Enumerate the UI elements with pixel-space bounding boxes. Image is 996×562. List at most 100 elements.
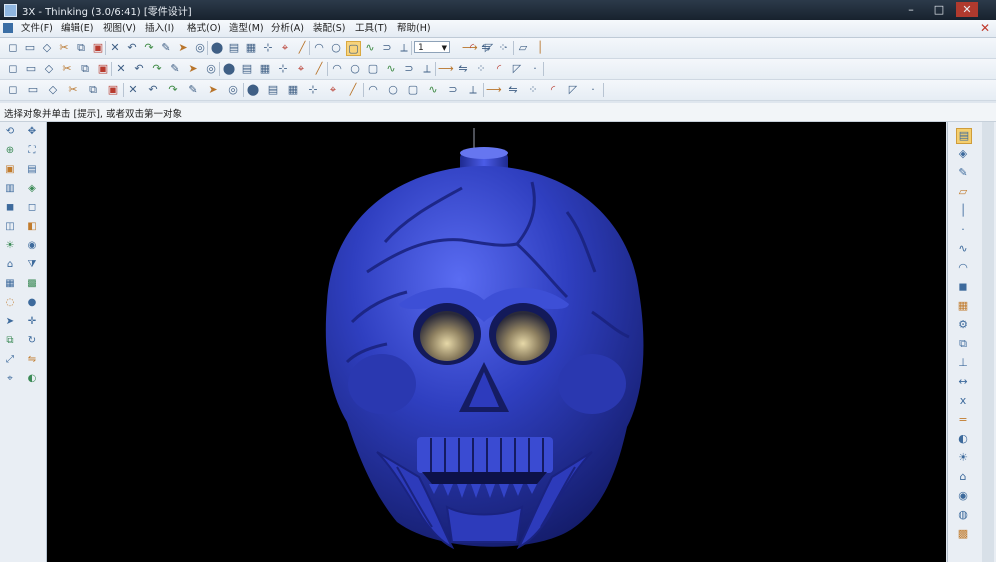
render-icon[interactable]: ◉ (956, 489, 970, 503)
rib-icon[interactable]: ▤ (240, 62, 254, 76)
intersect-icon[interactable]: ✕ (126, 83, 140, 97)
texture-icon[interactable]: ▩ (956, 527, 970, 541)
plane-icon[interactable]: ▱ (516, 41, 530, 55)
top-icon[interactable]: ▤ (26, 164, 38, 176)
skull-model[interactable] (47, 122, 946, 562)
3d-viewport[interactable] (47, 122, 946, 562)
arc-icon[interactable]: ◠ (312, 41, 326, 55)
display-icon[interactable]: ◐ (956, 432, 970, 446)
measure-icon[interactable]: ⌖ (4, 373, 16, 385)
hole-icon[interactable]: ⬤ (222, 62, 236, 76)
spline-icon[interactable]: ◇ (46, 83, 60, 97)
layer-dropdown[interactable]: 1 ▼ (414, 41, 450, 53)
close-window-button[interactable]: ✕ (956, 2, 978, 17)
copy-icon[interactable]: ⧉ (4, 335, 16, 347)
equation-icon[interactable]: = (956, 413, 970, 427)
torus-icon[interactable]: ⧉ (78, 62, 92, 76)
break-icon[interactable]: ╱ (346, 83, 360, 97)
cut-icon[interactable]: ✂ (57, 41, 71, 55)
edit-pt-icon[interactable]: ⬤ (246, 83, 260, 97)
blend-icon[interactable]: ✎ (168, 62, 182, 76)
offset-curve-icon[interactable]: ↶ (146, 83, 160, 97)
rebuild-icon[interactable]: ▦ (286, 83, 300, 97)
isoparm-icon[interactable]: ➤ (206, 83, 220, 97)
maximize-button[interactable]: □ (928, 2, 950, 17)
delete-icon[interactable]: ✕ (108, 41, 122, 55)
outline-icon[interactable]: ∿ (426, 83, 440, 97)
axis-icon[interactable]: │ (956, 204, 970, 218)
menu-tools[interactable]: 工具(T) (352, 22, 390, 35)
box-icon[interactable]: ◻ (6, 62, 20, 76)
mirror-icon[interactable]: ⇋ (26, 354, 38, 366)
hatch-icon[interactable]: ◜ (546, 83, 560, 97)
color-icon[interactable]: ◐ (26, 373, 38, 385)
note-icon[interactable]: ⇋ (506, 83, 520, 97)
pipe-icon[interactable]: ⊃ (446, 83, 460, 97)
symbol-icon[interactable]: ◸ (566, 83, 580, 97)
axis-icon[interactable]: │ (533, 41, 547, 55)
pencil-icon[interactable]: ✎ (159, 41, 173, 55)
redo-icon[interactable]: ↷ (142, 41, 156, 55)
select-icon[interactable]: ➤ (176, 41, 190, 55)
copy-icon[interactable]: ⧉ (74, 41, 88, 55)
pan-icon[interactable]: ✥ (26, 126, 38, 138)
solid-icon[interactable]: ◼ (956, 280, 970, 294)
shell-icon[interactable]: ➤ (186, 62, 200, 76)
measure-icon[interactable]: ⌖ (278, 41, 292, 55)
extend-curve-icon[interactable]: ○ (386, 83, 400, 97)
chamfer-icon[interactable]: ◸ (482, 41, 496, 55)
filter-icon[interactable]: ⧩ (26, 259, 38, 271)
reverse-icon[interactable]: ◠ (366, 83, 380, 97)
camera-icon[interactable]: ⌂ (4, 259, 16, 271)
menu-view[interactable]: 视图(V) (100, 22, 139, 35)
extrude-icon[interactable]: ▣ (96, 62, 110, 76)
line-icon[interactable]: ╱ (295, 41, 309, 55)
surface-icon[interactable]: ╱ (312, 62, 326, 76)
bridge-icon[interactable]: ✎ (186, 83, 200, 97)
view-icon[interactable]: ◎ (193, 41, 207, 55)
wrap-icon[interactable]: ◎ (226, 83, 240, 97)
loft-icon[interactable]: ↷ (150, 62, 164, 76)
part-icon[interactable]: ⚙ (956, 318, 970, 332)
helix-icon[interactable]: ⧉ (86, 83, 100, 97)
draft-icon[interactable]: ◎ (204, 62, 218, 76)
undo-icon[interactable]: ↶ (125, 41, 139, 55)
layer-icon[interactable]: ▤ (227, 41, 241, 55)
menu-format[interactable]: 格式(O) (184, 22, 224, 35)
cylinder-icon[interactable]: ◇ (42, 62, 56, 76)
minimize-button[interactable]: – (900, 2, 922, 17)
polyline-icon[interactable]: ✂ (66, 83, 80, 97)
menu-edit[interactable]: 编辑(E) (58, 22, 96, 35)
control-icon[interactable]: ▤ (266, 83, 280, 97)
menu-file[interactable]: 文件(F) (18, 22, 56, 35)
trim-icon[interactable]: ⟂ (397, 41, 411, 55)
point-icon[interactable]: · (499, 41, 513, 55)
move-icon[interactable]: ⟶ (438, 62, 454, 76)
silhouette-icon[interactable]: ▢ (406, 83, 420, 97)
plane-icon[interactable]: ▱ (956, 185, 970, 199)
curve-line-icon[interactable]: ◻ (6, 83, 20, 97)
light-icon[interactable]: ☀ (4, 240, 16, 252)
table-icon[interactable]: · (586, 83, 600, 97)
offset-icon[interactable]: ⊃ (380, 41, 394, 55)
constraint-icon[interactable]: ⊥ (956, 356, 970, 370)
fit-icon[interactable]: ⛶ (26, 145, 38, 157)
project-icon[interactable]: ▣ (106, 83, 120, 97)
fillet-icon[interactable]: ◜ (465, 41, 479, 55)
sphere-icon[interactable]: ▭ (24, 62, 38, 76)
render-icon[interactable]: ⬤ (210, 41, 224, 55)
show-icon[interactable]: ● (26, 297, 38, 309)
circle-icon[interactable]: ○ (329, 41, 343, 55)
cone-icon[interactable]: ✂ (60, 62, 74, 76)
close-doc-icon[interactable]: ✕ (978, 21, 992, 35)
fill-icon[interactable]: ▢ (366, 62, 380, 76)
sew-icon[interactable]: ◠ (330, 62, 344, 76)
wire-icon[interactable]: ◻ (26, 202, 38, 214)
hidden-icon[interactable]: ◫ (4, 221, 16, 233)
zoom-icon[interactable]: ⊕ (4, 145, 16, 157)
select-icon[interactable]: ➤ (4, 316, 16, 328)
mesh-icon[interactable]: ▦ (956, 299, 970, 313)
feature-icon[interactable]: ◈ (956, 147, 970, 161)
right-icon[interactable]: ▥ (4, 183, 16, 195)
face-icon[interactable]: ∿ (384, 62, 398, 76)
